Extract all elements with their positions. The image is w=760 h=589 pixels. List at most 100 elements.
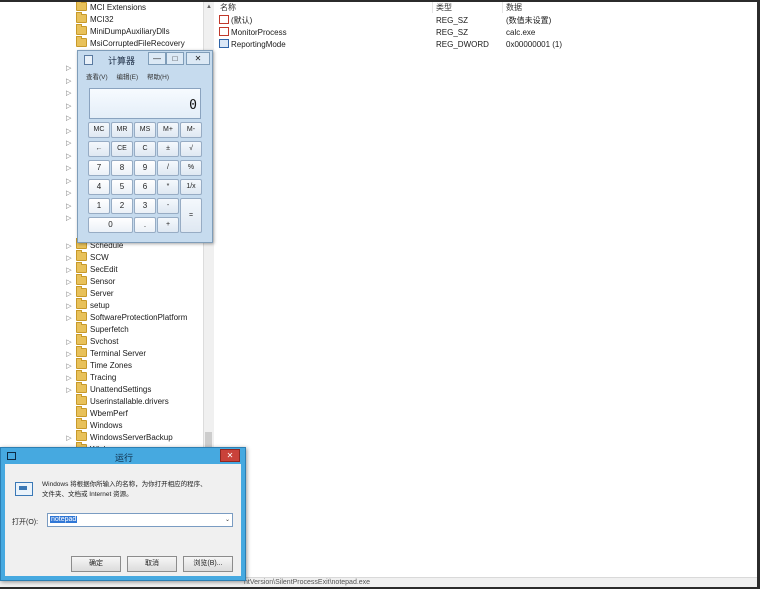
run-description-line2: 文件夹、文档或 Internet 资源。 xyxy=(42,491,133,498)
folder-icon xyxy=(76,298,87,309)
calc-key[interactable]: MS xyxy=(134,122,156,138)
folder-icon xyxy=(76,322,87,333)
expand-arrow-icon[interactable]: ▷ xyxy=(66,89,71,97)
run-titlebar[interactable]: 运行 ✕ xyxy=(1,448,245,463)
column-header-data[interactable]: 数据 xyxy=(502,2,676,13)
string-value-icon xyxy=(219,15,229,24)
calc-key[interactable]: 7 xyxy=(88,160,110,176)
value-row[interactable]: (默认) REG_SZ (数值未设置) xyxy=(216,15,757,27)
minimize-button[interactable]: — xyxy=(148,52,166,65)
calc-key[interactable]: 6 xyxy=(134,179,156,195)
calc-key[interactable]: CE xyxy=(111,141,133,157)
calculator-app-icon xyxy=(84,55,93,65)
run-title: 运行 xyxy=(115,453,134,463)
tree-item[interactable]: ▷ Svchost xyxy=(64,334,118,348)
tree-item-label: Superfetch xyxy=(90,325,129,334)
menu-edit[interactable]: 编辑(E) xyxy=(116,74,138,81)
tree-item[interactable]: ▷ setup xyxy=(64,298,110,312)
calc-key[interactable]: 1 xyxy=(88,198,110,214)
tree-item[interactable]: MCI32 xyxy=(64,12,114,26)
value-data: calc.exe xyxy=(506,28,536,37)
calc-key[interactable]: 9 xyxy=(134,160,156,176)
expand-arrow-icon[interactable]: ▷ xyxy=(66,139,71,147)
column-header-type[interactable]: 类型 xyxy=(432,2,503,13)
chevron-down-icon[interactable]: ⌄ xyxy=(225,514,230,526)
calculator-titlebar[interactable]: 计算器 — □ ✕ xyxy=(78,51,212,66)
browse-button[interactable]: 浏览(B)... xyxy=(183,556,233,572)
calc-key[interactable]: √ xyxy=(180,141,202,157)
calc-key[interactable]: % xyxy=(180,160,202,176)
calc-key[interactable]: * xyxy=(157,179,179,195)
tree-item[interactable]: ▷ Tracing xyxy=(64,370,116,384)
calc-key[interactable]: 2 xyxy=(111,198,133,214)
calc-key[interactable]: - xyxy=(157,198,179,214)
expand-arrow-icon[interactable]: ▷ xyxy=(66,202,71,210)
calc-key[interactable]: + xyxy=(157,217,179,233)
calc-key[interactable]: MR xyxy=(111,122,133,138)
tree-scroll-thumb[interactable] xyxy=(205,432,212,448)
expand-arrow-icon[interactable]: ▷ xyxy=(66,214,71,222)
expand-arrow-icon[interactable]: ▷ xyxy=(66,152,71,160)
open-input-value[interactable]: notepad xyxy=(50,516,78,523)
scroll-up-arrow-icon[interactable]: ▲ xyxy=(204,2,214,12)
calc-key[interactable]: / xyxy=(157,160,179,176)
tree-item-label: Sensor xyxy=(90,277,116,286)
calc-key[interactable]: . xyxy=(134,217,156,233)
calc-key[interactable]: = xyxy=(180,198,202,233)
cancel-button[interactable]: 取消 xyxy=(127,556,177,572)
calc-key[interactable]: 5 xyxy=(111,179,133,195)
calc-key[interactable]: 8 xyxy=(111,160,133,176)
value-data: (数值未设置) xyxy=(506,16,552,25)
tree-item[interactable]: ▷ SCW xyxy=(64,250,109,264)
calc-key[interactable]: C xyxy=(134,141,156,157)
expand-arrow-icon[interactable]: ▷ xyxy=(66,127,71,135)
calc-key[interactable]: ← xyxy=(88,141,110,157)
tree-item-label: Server xyxy=(90,289,114,298)
tree-item-label: MCI Extensions xyxy=(90,3,147,12)
tree-item[interactable]: ▷ SecEdit xyxy=(64,262,118,276)
maximize-button[interactable]: □ xyxy=(166,52,184,65)
calc-key[interactable]: 0 xyxy=(88,217,133,233)
folder-icon xyxy=(76,346,87,357)
expand-arrow-icon[interactable]: ▷ xyxy=(66,189,71,197)
expand-arrow-icon[interactable]: ▷ xyxy=(66,164,71,172)
column-header-name[interactable]: 名称 xyxy=(216,2,433,13)
folder-icon xyxy=(76,418,87,429)
calc-key[interactable]: ± xyxy=(157,141,179,157)
calc-key[interactable]: M+ xyxy=(157,122,179,138)
expand-arrow-icon[interactable]: ▷ xyxy=(66,177,71,185)
calc-key[interactable]: 1/x xyxy=(180,179,202,195)
expand-arrow-icon[interactable]: ▷ xyxy=(66,77,71,85)
calculator-window[interactable]: 计算器 — □ ✕ 查看(V) 编辑(E) 帮助(H) 0 MC MR MS M+ M-… xyxy=(77,50,213,243)
calc-key[interactable]: M- xyxy=(180,122,202,138)
tree-item[interactable]: WbemPerf xyxy=(64,406,128,420)
open-combobox[interactable]: notepad ⌄ xyxy=(47,513,233,527)
value-name: (默认) xyxy=(231,16,253,25)
run-program-icon xyxy=(15,482,33,496)
tree-item-label: MsiCorruptedFileRecovery xyxy=(90,39,185,48)
run-dialog[interactable]: 运行 ✕ Windows 将根据你所输入的名称，为你打开相应的程序、 文件夹、文… xyxy=(0,447,246,581)
tree-item[interactable]: ▷ Time Zones xyxy=(64,358,132,372)
calc-key[interactable]: MC xyxy=(88,122,110,138)
tree-item[interactable]: ▷ Sensor xyxy=(64,274,116,288)
expand-arrow-icon[interactable]: ▷ xyxy=(66,114,71,122)
ok-button[interactable]: 确定 xyxy=(71,556,121,572)
tree-item[interactable]: MsiCorruptedFileRecovery xyxy=(64,36,185,50)
run-close-button[interactable]: ✕ xyxy=(220,449,240,462)
expand-arrow-icon[interactable]: ▷ xyxy=(66,102,71,110)
menu-help[interactable]: 帮助(H) xyxy=(147,74,169,81)
expand-arrow-icon[interactable]: ▷ xyxy=(66,64,71,72)
value-type: REG_SZ xyxy=(436,16,469,25)
calc-key[interactable]: 4 xyxy=(88,179,110,195)
value-row[interactable]: MonitorProcess REG_SZ calc.exe xyxy=(216,27,757,39)
value-row[interactable]: ReportingMode REG_DWORD 0x00000001 (1) xyxy=(216,39,757,51)
tree-item[interactable]: Windows xyxy=(64,418,122,432)
registry-values-pane: 名称 类型 数据 (默认) REG_SZ (数值未设置) MonitorProcess… xyxy=(216,2,757,577)
tree-item[interactable]: ▷ Server xyxy=(64,286,114,300)
menu-view[interactable]: 查看(V) xyxy=(86,74,108,81)
tree-item[interactable]: Superfetch xyxy=(64,322,129,336)
close-button[interactable]: ✕ xyxy=(186,52,210,65)
folder-icon xyxy=(76,382,87,393)
calc-key[interactable]: 3 xyxy=(134,198,156,214)
tree-item[interactable]: ▷ SoftwareProtectionPlatform xyxy=(64,310,187,324)
